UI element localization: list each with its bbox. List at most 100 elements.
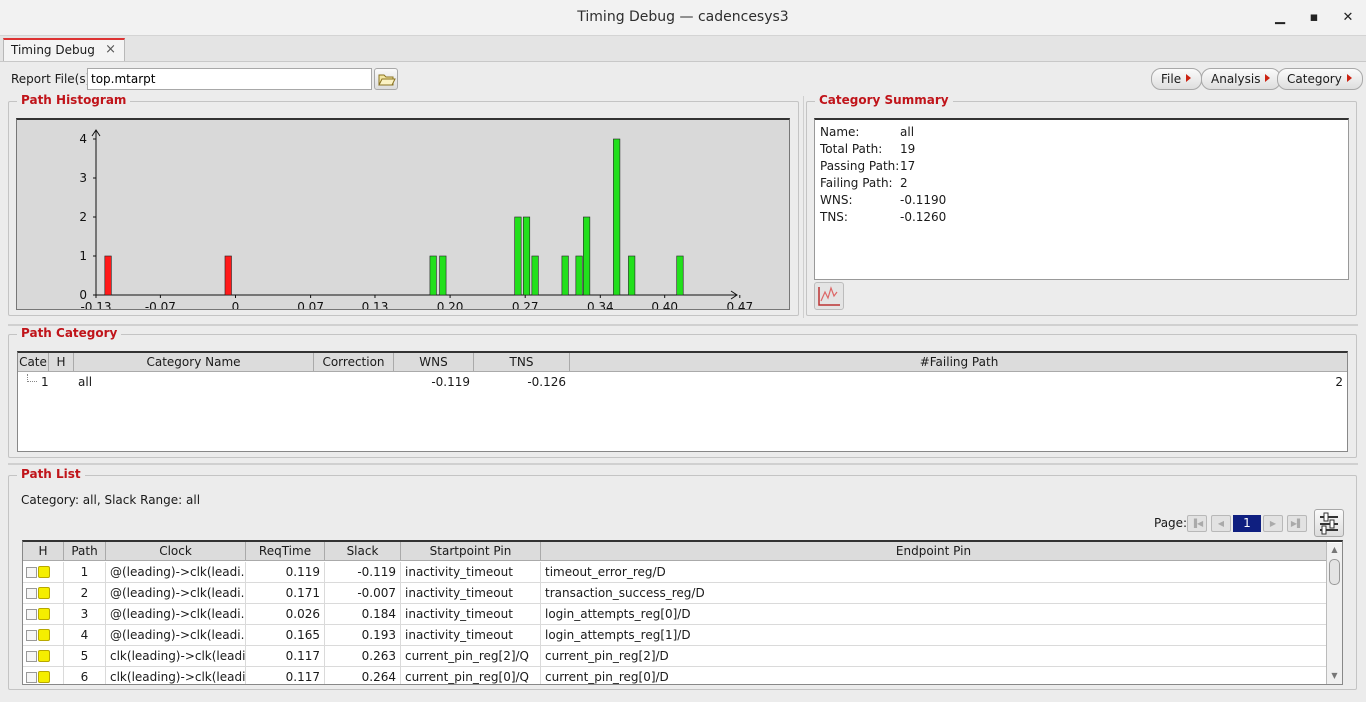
highlight-color-icon[interactable] [38,566,50,578]
highlight-cell [23,604,64,625]
histogram-bar [429,255,437,296]
path-number: 4 [64,625,106,646]
col-header-tns[interactable]: TNS [474,353,570,372]
highlight-color-icon[interactable] [38,608,50,620]
settings-sliders-icon [1320,512,1338,535]
summary-key: Passing Path: [820,159,900,173]
highlight-color-icon[interactable] [38,650,50,662]
x-tick-label: -0.13 [80,300,111,309]
histogram-plot-area: 0 1 2 3 4 -0.13 -0.07 0 0.07 0.13 0.20 0.27 0.34 0.40… [16,118,790,310]
category-summary-box: Name: all Total Path: 19 Passing Path:17 F… [814,118,1349,280]
report-file-input[interactable] [87,68,372,90]
path-row[interactable]: 5 clk(leading)->clk(leadi... 0.117 0.263 cur… [23,646,1327,667]
category-wns: -0.119 [431,375,470,389]
summary-key: TNS: [820,210,848,224]
path-row[interactable]: 4 @(leading)->clk(leadi... 0.165 0.193 inact… [23,625,1327,646]
histogram-bar [439,255,447,296]
page-number[interactable]: 1 [1233,515,1261,532]
path-row[interactable]: 1 @(leading)->clk(leadi... 0.119 -0.119 inac… [23,562,1327,583]
reqtime-cell: 0.117 [246,646,325,667]
summary-row-failing: Failing Path: 2 [820,176,908,190]
col-header-clock[interactable]: Clock [106,542,246,561]
summary-row-passing: Passing Path:17 [820,159,915,173]
category-name: all [78,375,93,389]
col-header-h[interactable]: H [49,353,74,372]
summary-value: 2 [900,176,908,190]
endpoint-cell: transaction_success_reg/D [541,583,1327,604]
last-page-button[interactable]: ▶▌ [1287,515,1307,532]
col-header-reqtime[interactable]: ReqTime [246,542,325,561]
tab-timing-debug[interactable]: Timing Debug × [3,38,125,61]
startpoint-cell: current_pin_reg[0]/Q [401,667,541,684]
folder-open-icon [378,74,396,86]
prev-page-button[interactable]: ◀ [1211,515,1231,532]
path-row[interactable]: 2 @(leading)->clk(leadi... 0.171 -0.007 inac… [23,583,1327,604]
row-checkbox[interactable] [26,630,37,641]
summary-key: Name: [820,125,860,139]
scroll-up-icon[interactable]: ▲ [1328,544,1341,556]
row-checkbox[interactable] [26,567,37,578]
endpoint-cell: login_attempts_reg[0]/D [541,604,1327,625]
col-header-cate[interactable]: Cate [18,353,49,372]
category-table: Cate H Category Name Correction WNS TNS … [17,351,1348,452]
endpoint-cell: login_attempts_reg[1]/D [541,625,1327,646]
path-number: 2 [64,583,106,604]
browse-folder-button[interactable] [374,68,398,90]
path-list-scrollbar[interactable]: ▲ ▼ [1326,543,1342,684]
col-header-endpoint[interactable]: Endpoint Pin [541,542,1327,561]
tab-close-icon[interactable]: × [105,42,116,57]
scroll-thumb[interactable] [1329,559,1340,585]
col-header-failing-path[interactable]: #Failing Path [570,353,1347,372]
histogram-bar [676,255,684,296]
maximize-icon[interactable]: ▪ [1304,8,1324,28]
summary-value: all [900,125,915,139]
next-page-button[interactable]: ▶ [1263,515,1283,532]
col-header-path[interactable]: Path [64,542,106,561]
row-checkbox[interactable] [26,672,37,683]
horizontal-splitter[interactable] [8,324,1358,326]
col-header-startpoint[interactable]: Startpoint Pin [401,542,541,561]
chart-icon [818,286,840,306]
startpoint-cell: inactivity_timeout [401,583,541,604]
highlight-color-icon[interactable] [38,671,50,683]
path-number: 6 [64,667,106,684]
path-row[interactable]: 3 @(leading)->clk(leadi... 0.026 0.184 inact… [23,604,1327,625]
summary-row-total: Total Path: 19 [820,142,915,156]
summary-value: -0.1260 [900,210,947,224]
col-header-wns[interactable]: WNS [394,353,474,372]
close-icon[interactable]: ✕ [1338,8,1358,28]
minimize-icon[interactable]: ▁ [1270,8,1290,28]
first-page-button[interactable]: ▐◀ [1187,515,1207,532]
path-row[interactable]: 6 clk(leading)->clk(leadi... 0.117 0.264 cur… [23,667,1327,684]
analysis-menu-button[interactable]: Analysis [1201,68,1282,90]
highlight-color-icon[interactable] [38,587,50,599]
col-header-correction[interactable]: Correction [314,353,394,372]
tab-label: Timing Debug [11,43,95,57]
endpoint-cell: timeout_error_reg/D [541,562,1327,583]
col-header-category-name[interactable]: Category Name [74,353,314,372]
x-tick-label: 0.13 [362,300,389,309]
scroll-down-icon[interactable]: ▼ [1328,670,1341,682]
col-header-slack[interactable]: Slack [325,542,401,561]
path-histogram-title: Path Histogram [17,93,131,107]
window-title: Timing Debug — cadencesys3 [577,9,789,25]
reqtime-cell: 0.171 [246,583,325,604]
slack-cell: -0.119 [325,562,401,583]
startpoint-cell: inactivity_timeout [401,562,541,583]
clock-cell: @(leading)->clk(leadi... [106,583,246,604]
file-menu-button[interactable]: File [1151,68,1203,90]
row-checkbox[interactable] [26,651,37,662]
row-checkbox[interactable] [26,609,37,620]
summary-chart-button[interactable] [814,282,844,310]
highlight-color-icon[interactable] [38,629,50,641]
category-tns: -0.126 [527,375,566,389]
horizontal-splitter[interactable] [8,463,1358,465]
column-settings-button[interactable] [1314,509,1344,537]
row-checkbox[interactable] [26,588,37,599]
clock-cell: clk(leading)->clk(leadi... [106,646,246,667]
path-number: 3 [64,604,106,625]
col-header-h[interactable]: H [23,542,64,561]
summary-value: 19 [900,142,916,156]
category-menu-button[interactable]: Category [1277,68,1363,90]
vertical-splitter[interactable] [803,96,804,318]
